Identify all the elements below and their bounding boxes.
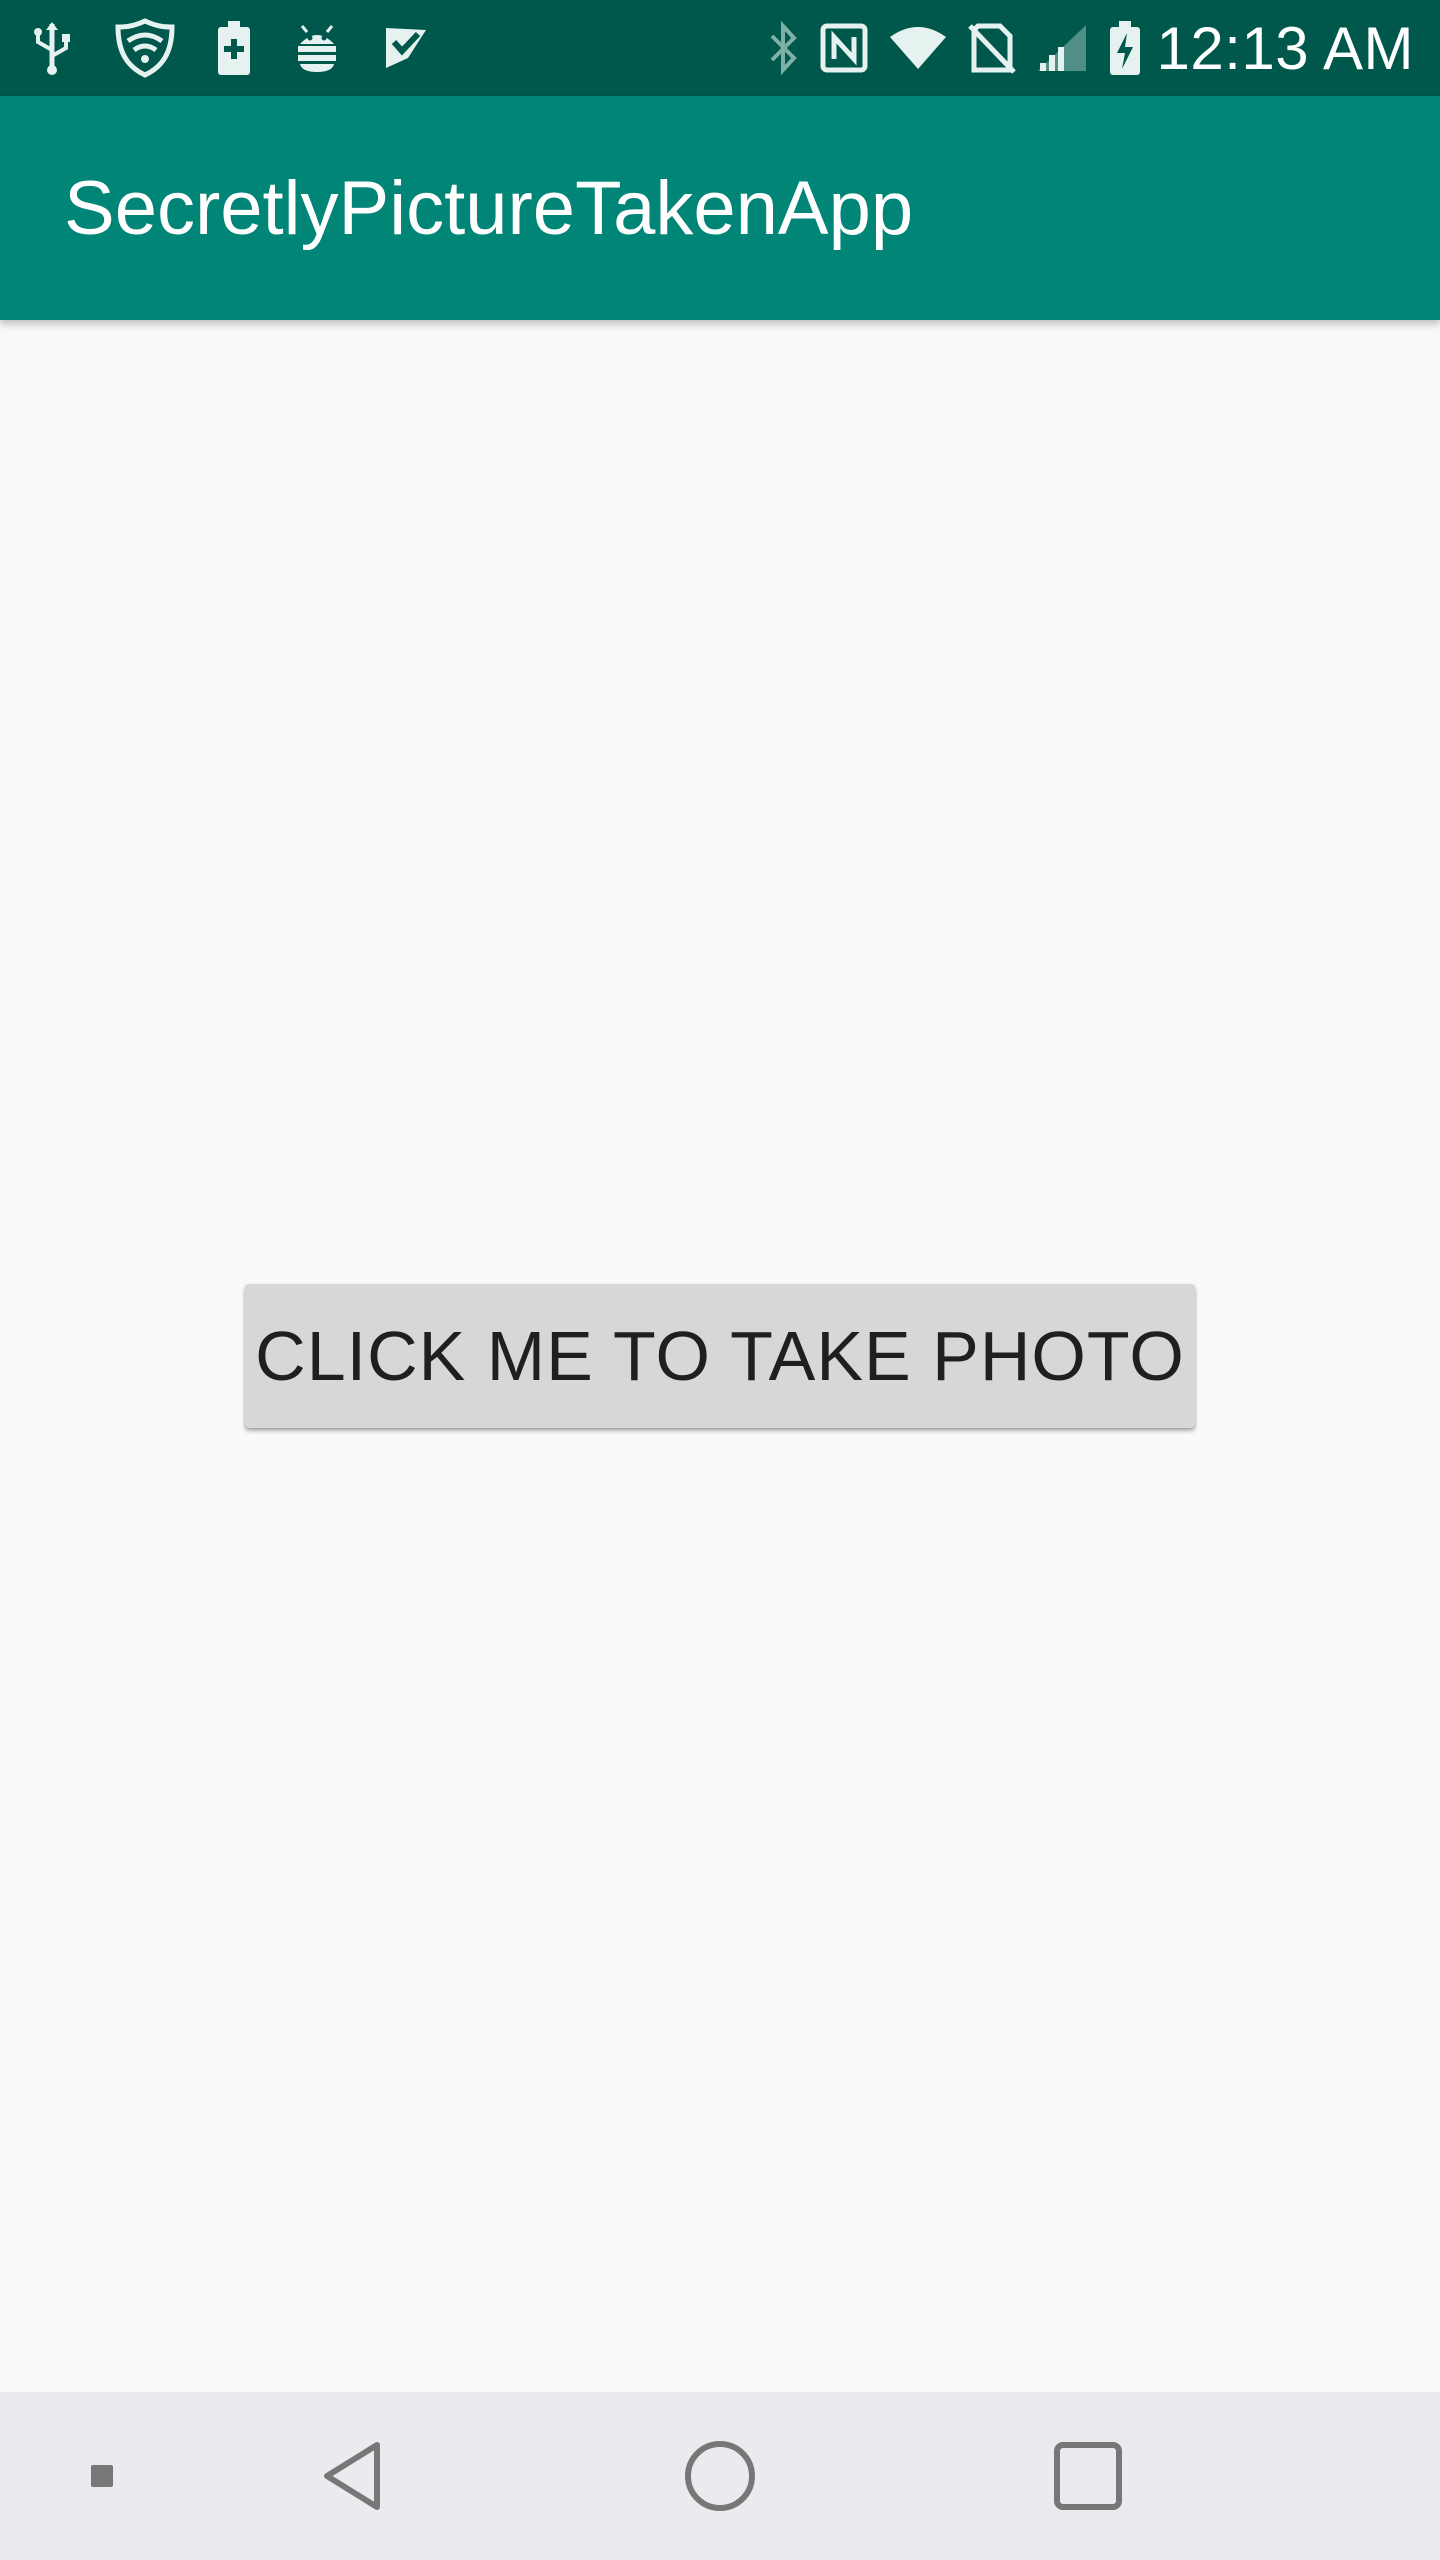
bluetooth-icon (766, 20, 800, 76)
task-check-icon (382, 24, 430, 72)
app-bar: SecretlyPictureTakenApp (0, 96, 1440, 320)
screen-pin-button[interactable] (72, 2436, 132, 2516)
cell-signal-icon (1036, 23, 1088, 73)
back-icon (319, 2439, 385, 2513)
home-button[interactable] (668, 2426, 772, 2526)
app-title: SecretlyPictureTakenApp (64, 165, 914, 251)
recents-icon (1053, 2441, 1123, 2511)
status-right-icons: 12:13 AM (746, 14, 1414, 83)
battery-saver-icon (216, 19, 252, 77)
android-debug-icon (292, 22, 342, 74)
screen-pin-icon (90, 2464, 114, 2488)
vpn-shield-icon (114, 17, 176, 79)
status-left-icons (30, 17, 470, 79)
home-icon (684, 2440, 756, 2512)
navigation-bar (0, 2392, 1440, 2560)
usb-icon (30, 20, 74, 76)
nfc-icon (820, 23, 868, 73)
main-content: CLICK ME TO TAKE PHOTO (0, 320, 1440, 2392)
no-sim-icon (968, 22, 1017, 74)
status-bar: 12:13 AM (0, 0, 1440, 96)
back-button[interactable] (300, 2426, 404, 2526)
battery-charging-icon (1108, 19, 1142, 77)
status-time: 12:13 AM (1156, 14, 1414, 82)
take-photo-button[interactable]: CLICK ME TO TAKE PHOTO (245, 1284, 1195, 1428)
recents-button[interactable] (1036, 2426, 1140, 2526)
wifi-icon (888, 25, 948, 71)
